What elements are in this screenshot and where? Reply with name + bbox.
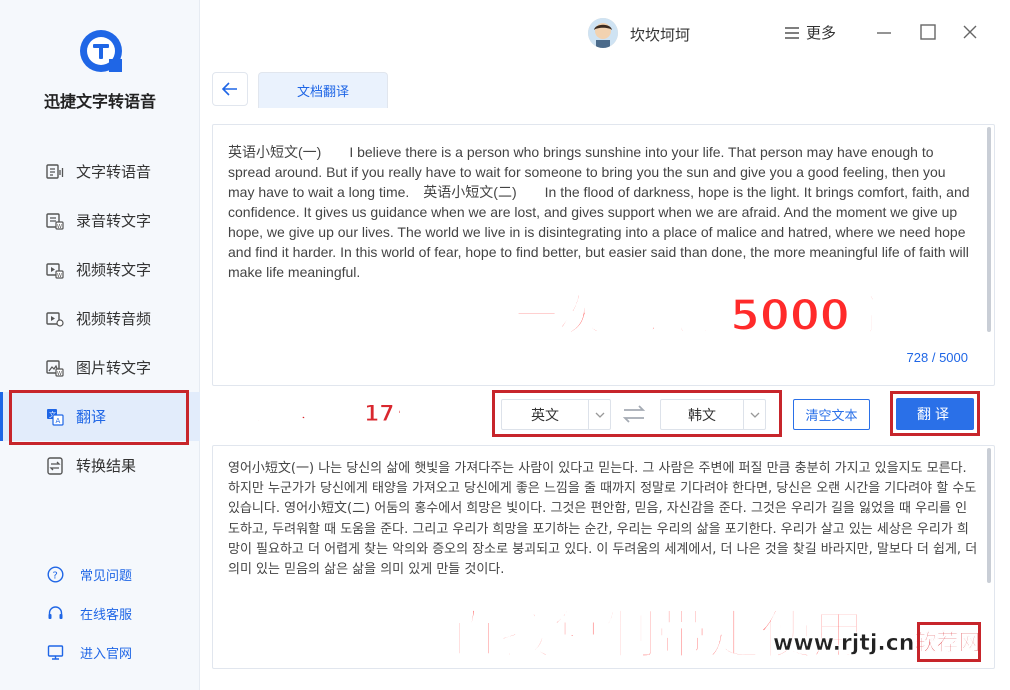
svg-text:?: ?	[53, 571, 58, 582]
avatar-icon	[588, 18, 618, 48]
video-to-text-icon: W	[46, 262, 64, 279]
text-to-speech-icon	[46, 163, 64, 179]
sidebar-item-recording-to-text[interactable]: W 录音转文字	[0, 196, 200, 245]
svg-text:A: A	[56, 417, 61, 425]
support-link[interactable]: 在线客服	[0, 594, 200, 633]
chevron-down-icon	[743, 400, 765, 429]
source-text-area[interactable]: 英语小短文(一) I believe there is a person who…	[212, 124, 995, 386]
svg-text:W: W	[57, 224, 62, 230]
clear-text-button[interactable]: 清空文本	[793, 399, 870, 430]
headset-icon	[48, 606, 63, 619]
sidebar-item-image-to-text[interactable]: W 图片转文字	[0, 343, 200, 392]
avatar[interactable]	[588, 18, 618, 48]
swap-languages-icon[interactable]	[622, 403, 646, 425]
username[interactable]: 坎坎坷坷	[630, 24, 690, 45]
annotation-languages: 转换语言，多达17种	[210, 402, 418, 428]
sidebar-item-results[interactable]: 转换结果	[0, 441, 200, 490]
translate-button[interactable]: 翻译	[896, 398, 974, 430]
sidebar-item-label: 录音转文字	[76, 212, 152, 230]
sidebar-item-video-to-audio[interactable]: 视频转音频	[0, 294, 200, 343]
website-link-label: 进入官网	[80, 647, 133, 662]
sidebar-item-text-to-speech[interactable]: 文字转语音	[0, 147, 200, 196]
sidebar-item-label: 文字转语音	[76, 163, 152, 181]
sidebar-item-label: 视频转文字	[76, 261, 152, 279]
char-counter: 728 / 5000	[906, 350, 968, 365]
sidebar-nav: 文字转语音 W 录音转文字 W 视频转文字 视频转音频 W 图片转文字 文A 翻…	[0, 147, 200, 490]
sidebar-item-label: 翻译	[76, 408, 107, 426]
source-language-label: 英文	[531, 407, 559, 424]
more-menu-button[interactable]: 更多	[784, 22, 836, 43]
result-text[interactable]: 영어小短文(一) 나는 당신의 삶에 햇빛을 가져다주는 사람이 있다고 믿는다…	[228, 459, 978, 580]
source-text[interactable]: 英语小短文(一) I believe there is a person who…	[228, 142, 973, 282]
recording-to-text-icon: W	[46, 212, 64, 230]
video-to-audio-icon	[46, 311, 64, 327]
sidebar-footer: ? 常见问题 在线客服 进入官网	[0, 555, 200, 672]
tab-document-translate[interactable]: 文档翻译	[258, 72, 388, 108]
help-icon: ?	[47, 566, 64, 583]
more-label: 更多	[806, 24, 837, 42]
sidebar-item-label: 图片转文字	[76, 359, 152, 377]
menu-icon	[785, 26, 799, 39]
sidebar: 迅捷文字转语音 文字转语音 W 录音转文字 W 视频转文字 视频转音频 W 图片…	[0, 0, 200, 690]
chevron-down-icon	[588, 400, 610, 429]
target-language-select[interactable]: 韩文	[660, 399, 766, 430]
target-language-label: 韩文	[688, 407, 716, 424]
back-button[interactable]	[212, 72, 248, 106]
sidebar-item-translate[interactable]: 文A 翻译	[0, 392, 200, 441]
close-icon[interactable]	[960, 22, 980, 42]
monitor-icon	[47, 645, 64, 660]
watermark-label: 软荐网	[914, 631, 981, 657]
image-to-text-icon: W	[46, 359, 64, 377]
sidebar-item-label: 转换结果	[76, 457, 137, 475]
results-icon	[47, 456, 63, 475]
source-language-select[interactable]: 英文	[501, 399, 611, 430]
result-scrollbar[interactable]	[987, 448, 991, 583]
sidebar-item-video-to-text[interactable]: W 视频转文字	[0, 245, 200, 294]
app-name: 迅捷文字转语音	[43, 92, 156, 111]
maximize-icon[interactable]	[918, 22, 938, 42]
translate-icon: 文A	[47, 408, 64, 426]
source-scrollbar[interactable]	[987, 127, 991, 332]
svg-text:W: W	[57, 371, 62, 377]
svg-text:W: W	[57, 273, 62, 279]
watermark-site: www.rjtj.cn	[773, 631, 915, 657]
website-link[interactable]: 进入官网	[0, 633, 200, 672]
arrow-left-icon	[222, 82, 237, 96]
sidebar-item-label: 视频转音频	[76, 310, 152, 328]
help-link[interactable]: ? 常见问题	[0, 555, 200, 594]
minimize-icon[interactable]	[874, 22, 894, 42]
app-logo-icon	[80, 30, 122, 72]
annotation-capacity: 一次性识别5000字	[514, 290, 894, 342]
support-link-label: 在线客服	[80, 608, 133, 623]
watermark: www.rjtj.cn软荐网	[773, 627, 981, 661]
help-link-label: 常见问题	[80, 569, 133, 584]
